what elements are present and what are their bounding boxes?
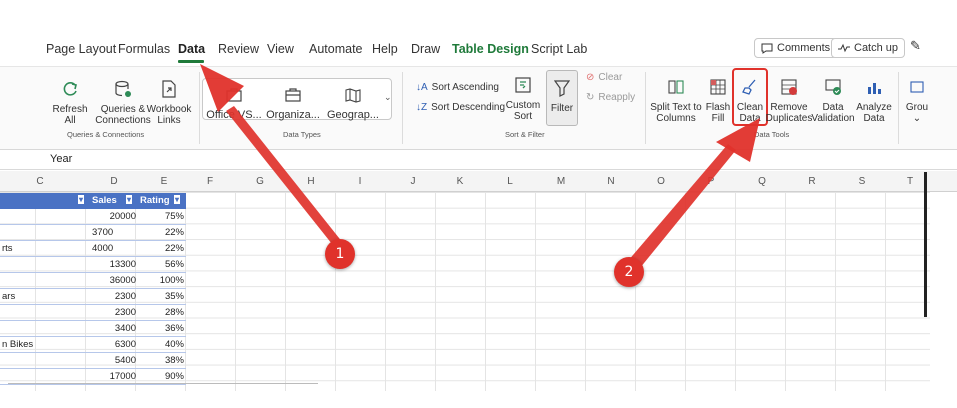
- arrow-1: [200, 64, 347, 248]
- annotation-arrows: [200, 64, 760, 268]
- annotation-badge-1: 1: [325, 239, 355, 269]
- annotation-badge-2: 2: [614, 257, 644, 287]
- arrow-2: [627, 118, 760, 268]
